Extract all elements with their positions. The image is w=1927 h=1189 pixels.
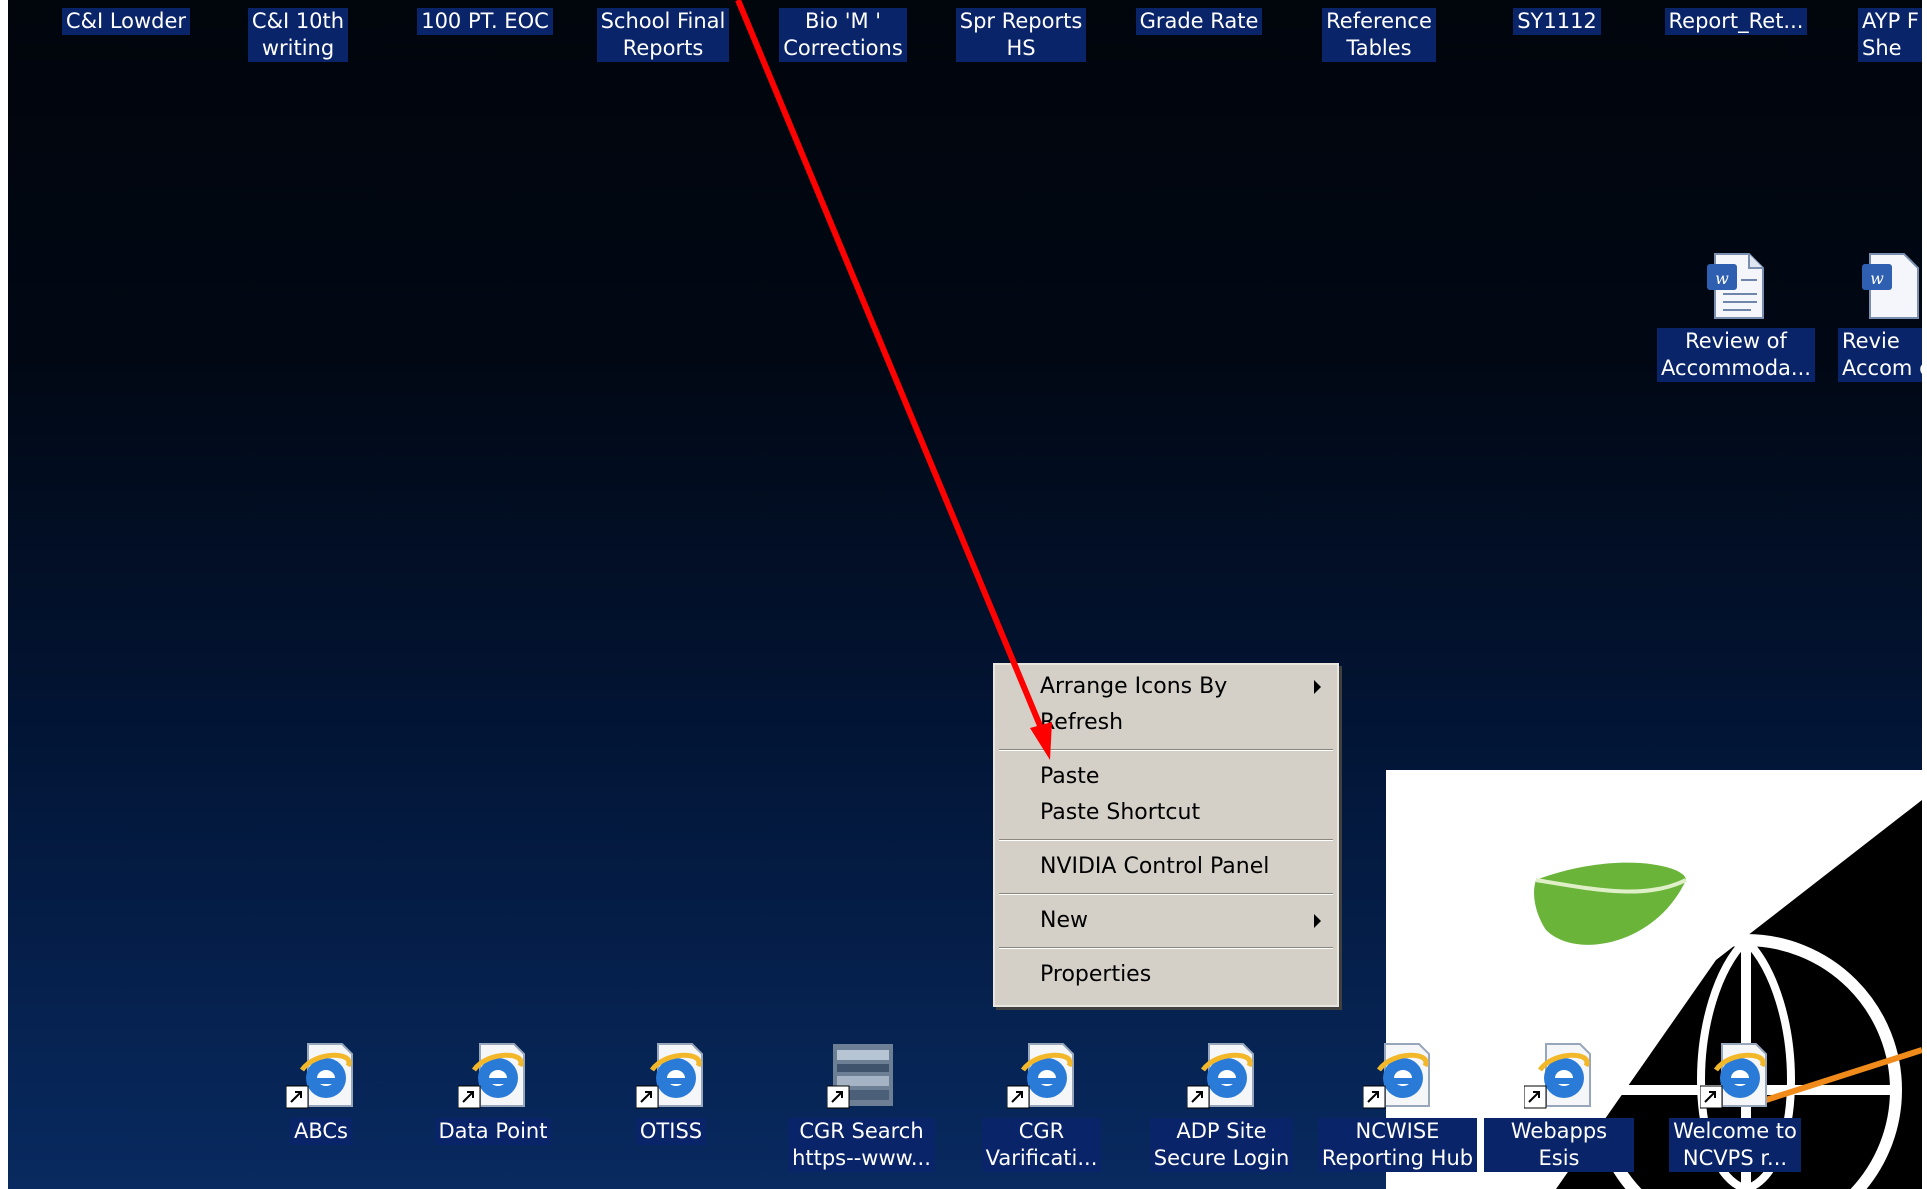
menu-item-refresh[interactable]: Refresh bbox=[995, 705, 1337, 741]
menu-separator bbox=[999, 893, 1333, 895]
ie-shortcut-icon-item[interactable]: ADP Site Secure Login bbox=[1134, 1040, 1309, 1172]
ie-shortcut-icon-item[interactable]: CGR Varificati... bbox=[954, 1040, 1129, 1172]
icon-label: Spr Reports HS bbox=[955, 8, 1087, 62]
internet-explorer-icon bbox=[457, 1040, 528, 1112]
internet-explorer-icon bbox=[1699, 1040, 1770, 1112]
internet-explorer-icon bbox=[1186, 1040, 1257, 1112]
menu-item-paste-shortcut[interactable]: Paste Shortcut bbox=[995, 795, 1337, 831]
menu-item-arrange-icons-by[interactable]: Arrange Icons By bbox=[995, 669, 1337, 705]
desktop-icon[interactable]: Bio 'M ' Corrections bbox=[768, 8, 918, 62]
menu-item-label: Paste bbox=[1040, 764, 1100, 789]
internet-explorer-icon bbox=[1523, 1040, 1594, 1112]
internet-explorer-icon bbox=[285, 1040, 356, 1112]
icon-label: C&I Lowder bbox=[61, 8, 191, 35]
icon-label: Review of Accommoda... bbox=[1657, 328, 1815, 382]
menu-item-paste[interactable]: Paste bbox=[995, 759, 1337, 795]
icon-label: Report_Ret... bbox=[1664, 8, 1808, 35]
word-doc-icon: w bbox=[1856, 250, 1922, 322]
icon-label: NCWISE Reporting Hub bbox=[1317, 1118, 1478, 1172]
internet-explorer-icon bbox=[1362, 1040, 1433, 1112]
icon-label: Reference Tables bbox=[1322, 8, 1436, 62]
image-thumbnail-icon bbox=[826, 1040, 897, 1112]
ie-shortcut-icon-item[interactable]: Data Point bbox=[418, 1040, 568, 1145]
menu-item-label: NVIDIA Control Panel bbox=[1040, 854, 1270, 879]
desktop-icon[interactable]: C&I 10th writing bbox=[238, 8, 358, 62]
desktop-context-menu: Arrange Icons By Refresh Paste Paste Sho… bbox=[993, 663, 1339, 1007]
icon-label: 100 PT. EOC bbox=[417, 8, 553, 35]
desktop-icon[interactable]: Grade Rate bbox=[1124, 8, 1274, 35]
icon-label: Grade Rate bbox=[1135, 8, 1263, 35]
desktop-icon[interactable]: SY1112 bbox=[1482, 8, 1632, 35]
menu-item-label: New bbox=[1040, 908, 1088, 933]
svg-text:w: w bbox=[1715, 269, 1729, 288]
ie-shortcut-icon-item[interactable]: CGR Search https--www... bbox=[774, 1040, 949, 1172]
icon-label: ADP Site Secure Login bbox=[1149, 1118, 1294, 1172]
internet-explorer-icon bbox=[1006, 1040, 1077, 1112]
icon-label: ABCs bbox=[289, 1118, 352, 1145]
icon-label: School Final Reports bbox=[596, 8, 730, 62]
internet-explorer-icon bbox=[635, 1040, 706, 1112]
desktop-icon[interactable]: w Revie Accom c bbox=[1838, 250, 1922, 382]
menu-item-label: Refresh bbox=[1040, 710, 1124, 735]
desktop-icon[interactable]: 100 PT. EOC bbox=[410, 8, 560, 35]
menu-separator bbox=[999, 839, 1333, 841]
desktop-icon[interactable]: Spr Reports HS bbox=[946, 8, 1096, 62]
desktop-icon[interactable]: Reference Tables bbox=[1304, 8, 1454, 62]
icon-label: OTISS bbox=[635, 1118, 707, 1145]
ie-shortcut-icon-item[interactable]: Welcome to NCVPS r... bbox=[1660, 1040, 1810, 1172]
menu-item-nvidia-control-panel[interactable]: NVIDIA Control Panel bbox=[995, 849, 1337, 885]
icon-label: SY1112 bbox=[1513, 8, 1601, 35]
desktop-icon[interactable]: School Final Reports bbox=[588, 8, 738, 62]
icon-label: Bio 'M ' Corrections bbox=[779, 8, 907, 62]
menu-item-label: Paste Shortcut bbox=[1040, 800, 1201, 825]
desktop-icon[interactable]: C&I Lowder bbox=[56, 8, 196, 35]
word-doc-icon: w bbox=[1701, 250, 1771, 322]
icon-label: CGR Search https--www... bbox=[788, 1118, 935, 1172]
menu-item-label: Arrange Icons By bbox=[1040, 674, 1228, 699]
desktop[interactable]: C&I Lowder C&I 10th writing 100 PT. EOC … bbox=[8, 0, 1922, 1189]
ie-shortcut-icon-item[interactable]: ABCs bbox=[246, 1040, 396, 1145]
desktop-icon[interactable]: Report_Ret... bbox=[1646, 8, 1826, 35]
menu-item-label: Properties bbox=[1040, 962, 1152, 987]
icon-label: Welcome to NCVPS r... bbox=[1669, 1118, 1801, 1172]
desktop-icon[interactable]: w Review of Accommoda... bbox=[1646, 250, 1826, 382]
icon-label: Webapps Esis bbox=[1484, 1118, 1634, 1172]
icon-label: Revie Accom c bbox=[1838, 328, 1922, 382]
desktop-icon[interactable]: AYP F She bbox=[1858, 8, 1922, 62]
ie-shortcut-icon-item[interactable]: NCWISE Reporting Hub bbox=[1310, 1040, 1485, 1172]
svg-text:w: w bbox=[1870, 269, 1884, 288]
icon-label: C&I 10th writing bbox=[247, 8, 349, 62]
icon-label: CGR Varificati... bbox=[981, 1118, 1102, 1172]
menu-item-new[interactable]: New bbox=[995, 903, 1337, 939]
menu-item-properties[interactable]: Properties bbox=[995, 957, 1337, 993]
ie-shortcut-icon-item[interactable]: Webapps Esis bbox=[1484, 1040, 1634, 1172]
ie-shortcut-icon-item[interactable]: OTISS bbox=[596, 1040, 746, 1145]
icon-label: AYP F She bbox=[1858, 8, 1922, 62]
icon-label: Data Point bbox=[434, 1118, 552, 1145]
menu-separator bbox=[999, 749, 1333, 751]
menu-separator bbox=[999, 947, 1333, 949]
submenu-arrow-icon bbox=[1314, 914, 1321, 928]
submenu-arrow-icon bbox=[1314, 680, 1321, 694]
